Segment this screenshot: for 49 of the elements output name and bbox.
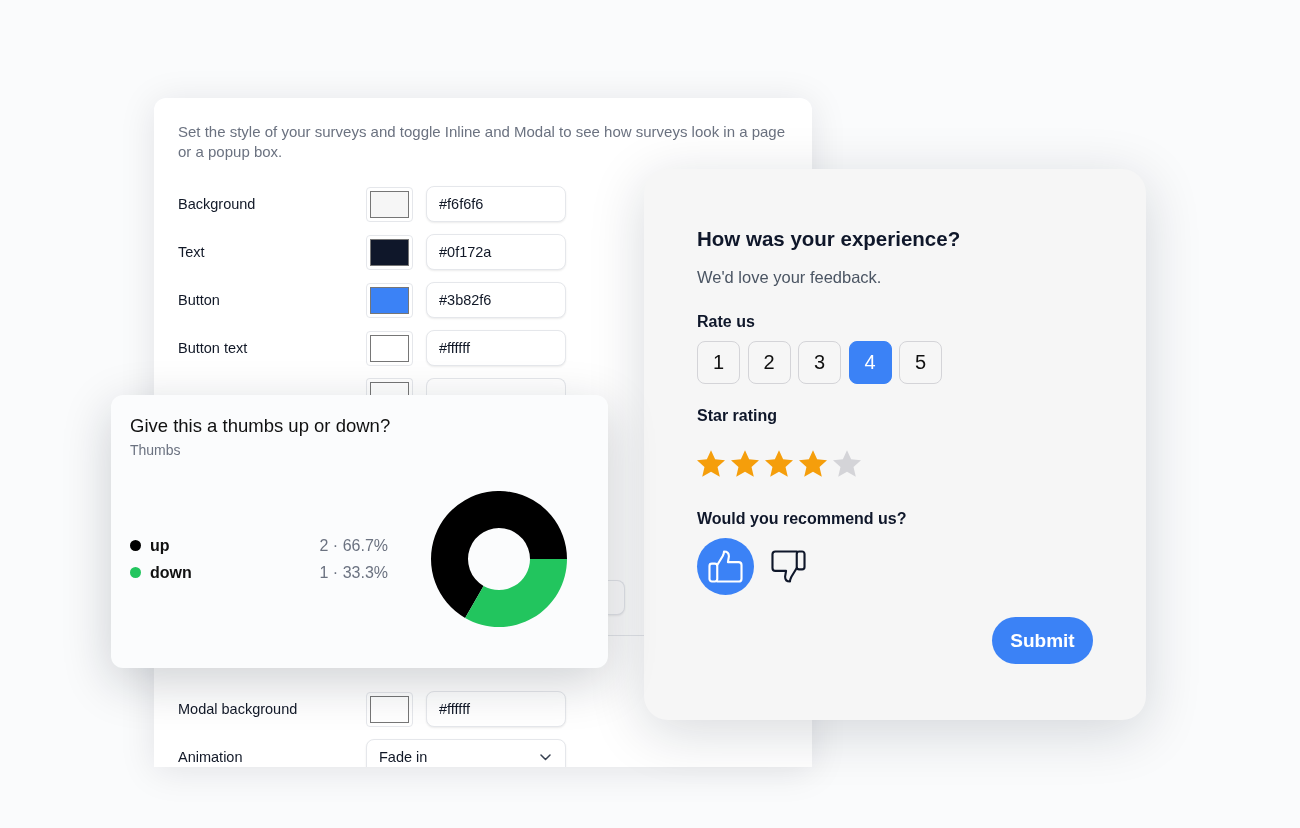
setting-label: Animation [178,749,244,765]
thumbs-up-icon [708,550,743,583]
color-swatch[interactable] [366,378,413,395]
star-icon[interactable] [799,450,827,477]
star-icon[interactable] [833,450,861,477]
thumbs-down-button[interactable] [771,550,806,583]
star-rating[interactable] [697,450,861,477]
hex-input-field[interactable]: #ffffff [426,330,566,366]
setting-label: Modal background [178,701,299,717]
card-subtitle: Thumbs [130,441,182,459]
chevron-down-icon [540,753,551,761]
rating-option[interactable]: 2 [747,341,791,384]
question-title: How was your experience? [697,226,962,252]
question-subtitle: We'd love your feedback. [697,267,883,288]
setting-label: Button [178,292,221,308]
hex-input-field[interactable] [426,378,566,395]
setting-label: Button text [178,340,249,356]
rating-option[interactable]: 1 [697,341,740,384]
star-icon[interactable] [765,450,793,477]
question-label: Would you recommend us? [697,509,908,529]
hex-input-field[interactable]: #0f172a [426,234,566,270]
question-label: Star rating [697,406,778,426]
hex-input-field[interactable]: #3b82f6 [426,282,566,318]
color-swatch[interactable] [366,691,413,727]
star-icon[interactable] [731,450,759,477]
setting-label: Background [178,196,257,212]
submit-button[interactable]: Submit [992,617,1093,664]
card-title: Give this a thumbs up or down? [130,415,392,437]
thumbs-up-button[interactable] [697,538,754,595]
legend-reading: 1 · 33.3% [319,563,388,582]
legend-reading: 2 · 66.7% [319,536,388,555]
hex-input-field[interactable]: #f6f6f6 [426,186,566,222]
select-field[interactable]: Fade in [366,739,566,767]
legend-label: down [150,563,192,582]
legend-label: up [150,536,170,555]
rating-option[interactable]: 3 [798,341,841,384]
question-label: Rate us [697,312,756,332]
color-swatch[interactable] [366,186,413,222]
color-swatch[interactable] [366,282,413,318]
rating-option[interactable]: 5 [899,341,942,384]
color-swatch[interactable] [366,234,413,270]
hex-input-field[interactable]: #ffffff [426,691,566,727]
setting-label: Text [178,244,206,260]
rating-option[interactable]: 4 [848,341,892,384]
panel-description: Set the style of your surveys and toggle Inline and Modal to see how surveys look in a page or a popup box. [178,122,787,162]
thumbs-down-icon [771,550,806,583]
color-swatch[interactable] [366,330,413,366]
select-field[interactable] [608,580,625,615]
star-icon[interactable] [697,450,725,477]
